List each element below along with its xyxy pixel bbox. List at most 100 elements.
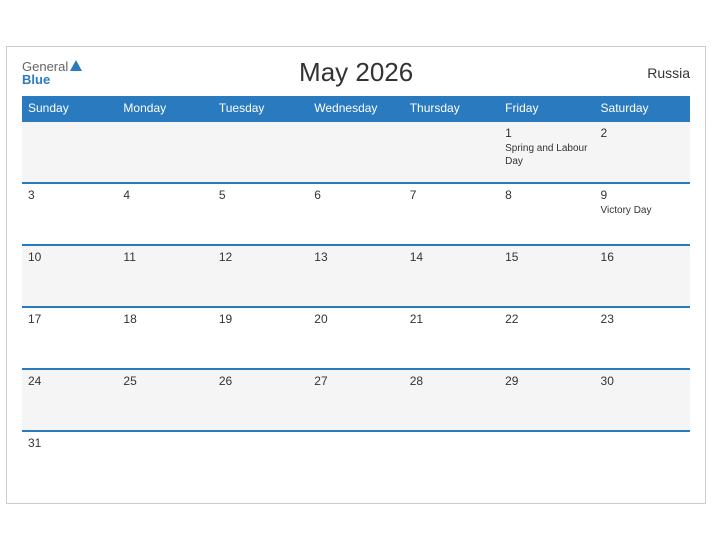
day-event: Victory Day (601, 204, 684, 217)
calendar-title: May 2026 (82, 57, 630, 88)
day-number: 17 (28, 312, 111, 326)
calendar-day-cell: 11 (117, 245, 212, 307)
calendar-week-6: 31 (22, 431, 690, 493)
calendar-day-cell: 4 (117, 183, 212, 245)
logo-blue: Blue (22, 73, 50, 86)
calendar-day-cell (499, 431, 594, 493)
calendar-body: 1Spring and Labour Day23456789Victory Da… (22, 121, 690, 493)
calendar-day-cell: 30 (595, 369, 690, 431)
calendar-day-cell: 5 (213, 183, 308, 245)
calendar-day-cell: 26 (213, 369, 308, 431)
day-number: 3 (28, 188, 111, 202)
day-number: 5 (219, 188, 302, 202)
calendar-day-cell: 31 (22, 431, 117, 493)
day-number: 30 (601, 374, 684, 388)
day-number: 24 (28, 374, 111, 388)
weekday-header-tuesday: Tuesday (213, 96, 308, 121)
calendar-day-cell: 27 (308, 369, 403, 431)
day-number: 7 (410, 188, 493, 202)
day-number: 13 (314, 250, 397, 264)
day-number: 19 (219, 312, 302, 326)
calendar-day-cell: 24 (22, 369, 117, 431)
calendar-day-cell (595, 431, 690, 493)
calendar-day-cell (213, 121, 308, 183)
weekday-header-saturday: Saturday (595, 96, 690, 121)
calendar-day-cell: 28 (404, 369, 499, 431)
day-number: 10 (28, 250, 111, 264)
calendar-header: General Blue May 2026 Russia (22, 57, 690, 88)
day-number: 22 (505, 312, 588, 326)
calendar-week-2: 3456789 Victory Day (22, 183, 690, 245)
calendar-table: SundayMondayTuesdayWednesdayThursdayFrid… (22, 96, 690, 493)
day-number: 12 (219, 250, 302, 264)
calendar-day-cell: 3 (22, 183, 117, 245)
calendar-day-cell: 13 (308, 245, 403, 307)
calendar-day-cell (404, 121, 499, 183)
calendar-day-cell: 18 (117, 307, 212, 369)
day-number: 18 (123, 312, 206, 326)
calendar-day-cell: 21 (404, 307, 499, 369)
calendar-day-cell: 20 (308, 307, 403, 369)
calendar-thead: SundayMondayTuesdayWednesdayThursdayFrid… (22, 96, 690, 121)
day-number: 9 (601, 188, 684, 202)
calendar-day-cell: 17 (22, 307, 117, 369)
day-event: Spring and Labour Day (505, 142, 588, 168)
day-number: 29 (505, 374, 588, 388)
calendar-container: General Blue May 2026 Russia SundayMonda… (6, 46, 706, 504)
day-number: 2 (601, 126, 684, 140)
weekday-header-friday: Friday (499, 96, 594, 121)
day-number: 16 (601, 250, 684, 264)
calendar-week-4: 17 18 19 20 21 22 23 (22, 307, 690, 369)
day-number: 8 (505, 188, 588, 202)
day-number: 26 (219, 374, 302, 388)
logo-triangle-icon (70, 60, 82, 71)
day-number: 27 (314, 374, 397, 388)
calendar-day-cell (117, 121, 212, 183)
weekday-header-wednesday: Wednesday (308, 96, 403, 121)
calendar-day-cell (213, 431, 308, 493)
day-number: 6 (314, 188, 397, 202)
calendar-day-cell (308, 121, 403, 183)
weekday-header-row: SundayMondayTuesdayWednesdayThursdayFrid… (22, 96, 690, 121)
calendar-day-cell: 1 Spring and Labour Day (499, 121, 594, 183)
calendar-week-3: 10 11 12 13 14 15 16 (22, 245, 690, 307)
day-number: 28 (410, 374, 493, 388)
weekday-header-monday: Monday (117, 96, 212, 121)
calendar-day-cell: 23 (595, 307, 690, 369)
day-number: 15 (505, 250, 588, 264)
day-number: 21 (410, 312, 493, 326)
day-number: 1 (505, 126, 588, 140)
calendar-day-cell (308, 431, 403, 493)
calendar-day-cell: 12 (213, 245, 308, 307)
calendar-day-cell: 7 (404, 183, 499, 245)
calendar-day-cell: 2 (595, 121, 690, 183)
day-number: 20 (314, 312, 397, 326)
calendar-country: Russia (630, 65, 690, 81)
day-number: 11 (123, 250, 206, 264)
calendar-day-cell (117, 431, 212, 493)
calendar-week-5: 24 25 26 27 28 29 30 (22, 369, 690, 431)
day-number: 23 (601, 312, 684, 326)
calendar-day-cell: 22 (499, 307, 594, 369)
calendar-day-cell: 16 (595, 245, 690, 307)
day-number: 4 (123, 188, 206, 202)
calendar-day-cell: 9 Victory Day (595, 183, 690, 245)
calendar-day-cell: 25 (117, 369, 212, 431)
day-number: 31 (28, 436, 111, 450)
calendar-day-cell (22, 121, 117, 183)
calendar-day-cell (404, 431, 499, 493)
logo-general: General (22, 60, 68, 73)
day-number: 25 (123, 374, 206, 388)
weekday-header-sunday: Sunday (22, 96, 117, 121)
calendar-day-cell: 6 (308, 183, 403, 245)
calendar-day-cell: 19 (213, 307, 308, 369)
weekday-header-thursday: Thursday (404, 96, 499, 121)
calendar-day-cell: 29 (499, 369, 594, 431)
calendar-day-cell: 10 (22, 245, 117, 307)
calendar-day-cell: 15 (499, 245, 594, 307)
day-number: 14 (410, 250, 493, 264)
logo: General Blue (22, 60, 82, 86)
calendar-day-cell: 14 (404, 245, 499, 307)
calendar-week-1: 1 Spring and Labour Day 2 (22, 121, 690, 183)
calendar-day-cell: 8 (499, 183, 594, 245)
